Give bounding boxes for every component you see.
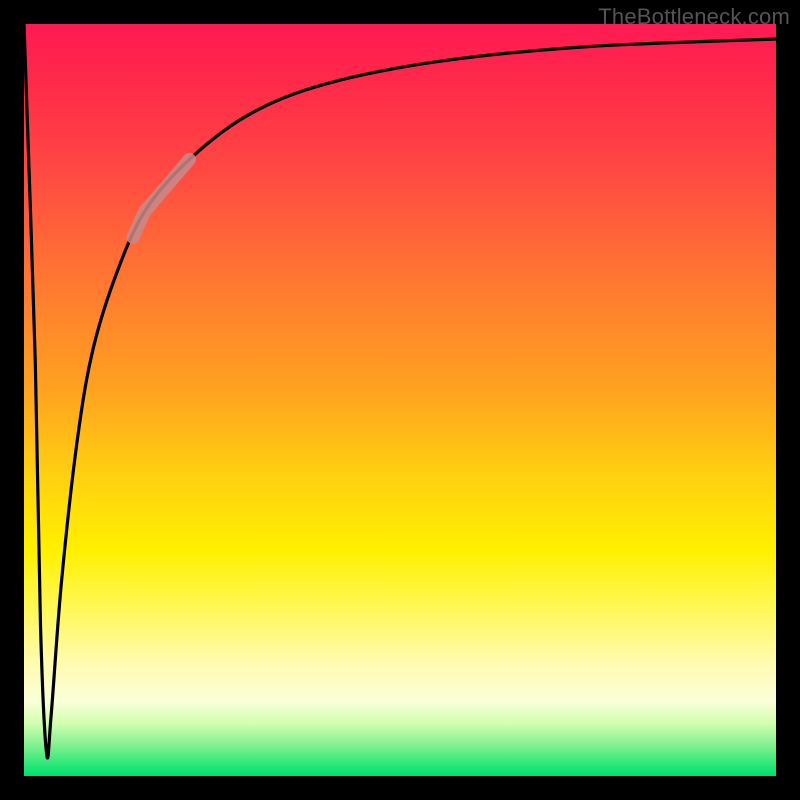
highlight-band [133, 159, 189, 237]
bottleneck-curve [24, 24, 776, 758]
chart-curve-layer [24, 24, 776, 776]
chart-frame [24, 24, 776, 776]
watermark-text: TheBottleneck.com [598, 4, 790, 30]
